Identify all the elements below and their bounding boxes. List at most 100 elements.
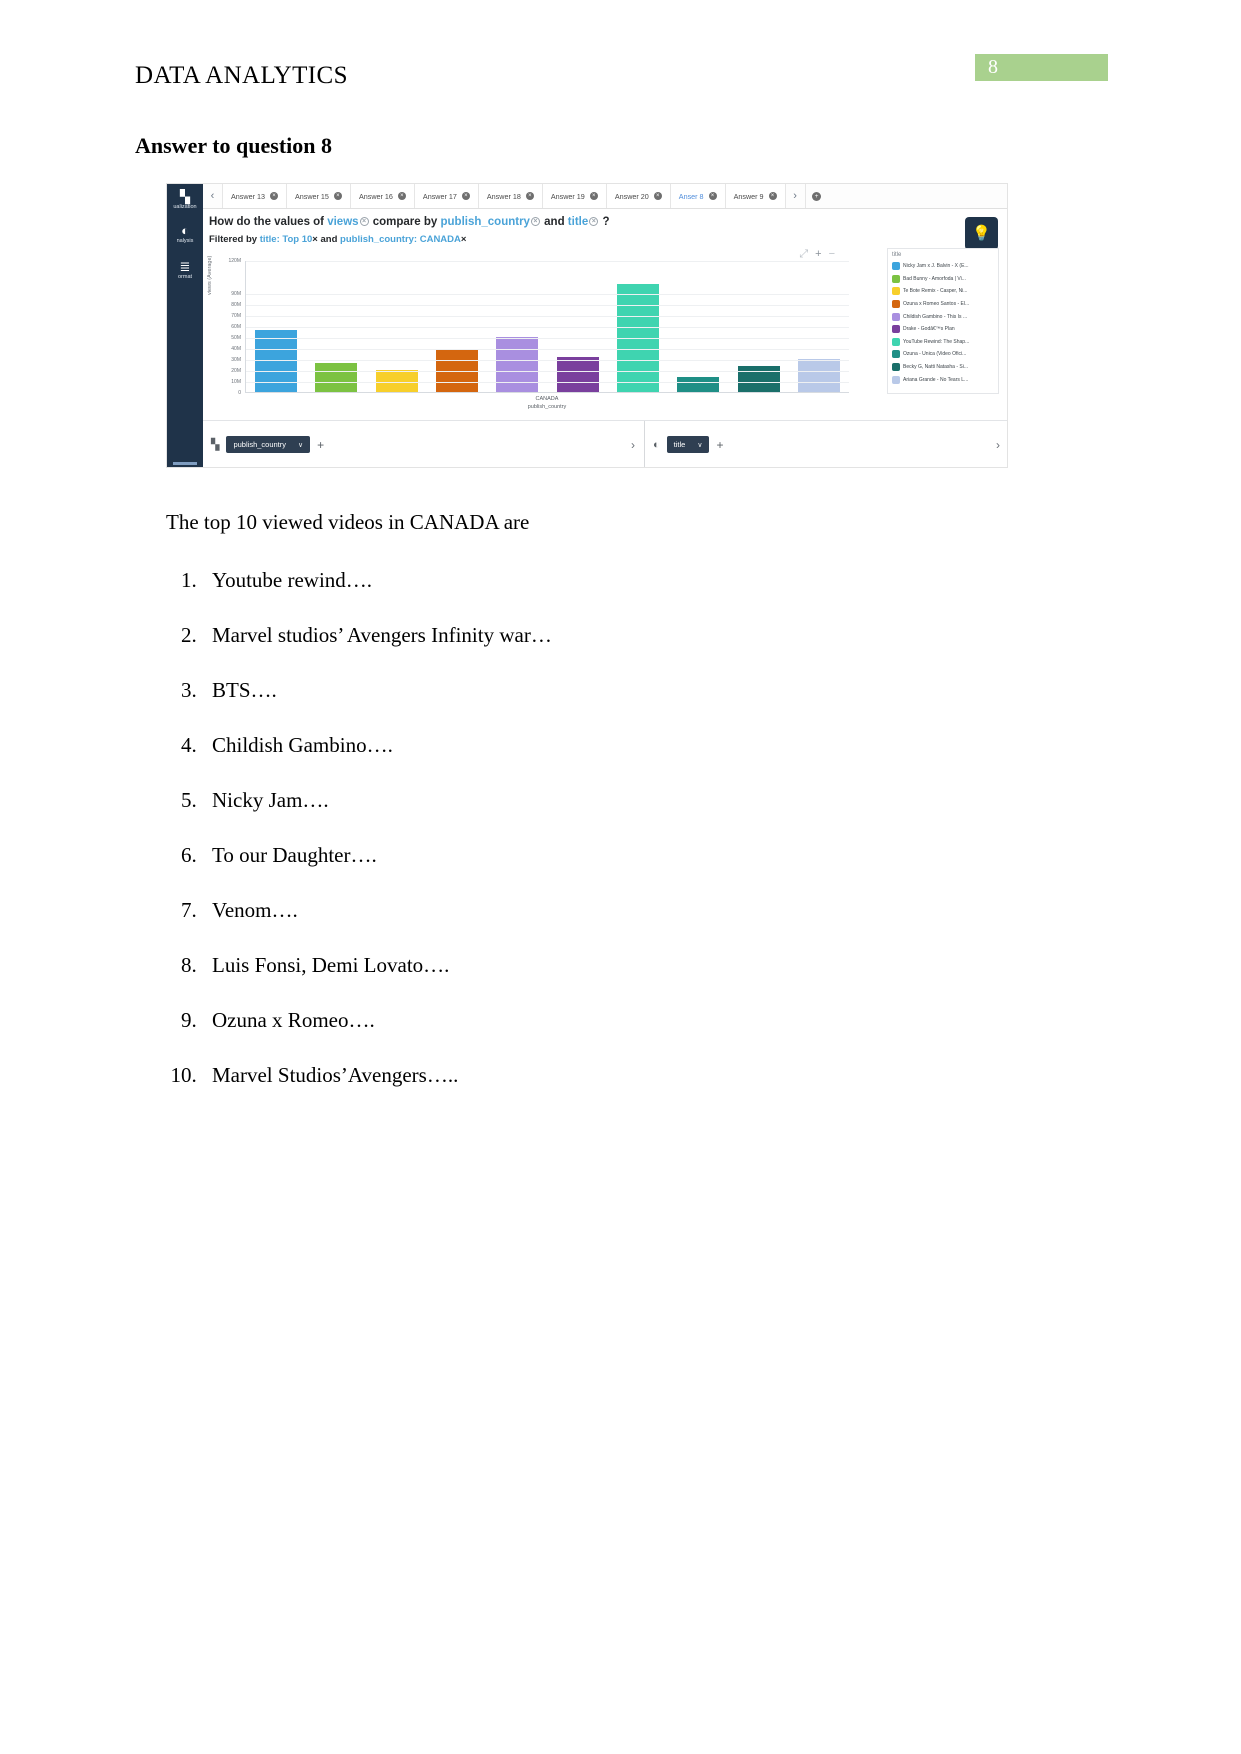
close-icon[interactable]: × [461, 192, 470, 200]
bar[interactable] [315, 363, 358, 392]
filter-text-2: and [317, 234, 341, 245]
embedded-screenshot: ▚ ualization ◐ nalysis ≣ ormat ‹ Answer … [166, 183, 1008, 468]
bar[interactable] [797, 359, 840, 392]
tab-label: Answer 19 [550, 191, 585, 201]
legend-item[interactable]: Ozuna x Romeo Santos - El... [892, 298, 994, 311]
y-tick-label: 80M [231, 302, 241, 308]
add-field-button[interactable]: + [716, 438, 723, 452]
legend-item[interactable]: Nicky Jam x J. Balvin - X (E... [892, 260, 994, 273]
tab-anser-8[interactable]: Anser 8 × [670, 184, 726, 208]
bar-chart-icon: ▚ [211, 439, 220, 451]
remove-icon[interactable]: × [461, 234, 467, 245]
plus-icon[interactable]: + [815, 248, 821, 261]
tab-answer-18[interactable]: Answer 18 × [478, 184, 543, 208]
tab-next-button[interactable]: › [786, 184, 806, 208]
query-field-views[interactable]: views [327, 216, 358, 228]
list-item: Marvel studios’ Avengers Infinity war… [202, 623, 552, 648]
shelf-pill-title[interactable]: title ∨ [666, 436, 710, 453]
legend-item[interactable]: Te Bote Remix - Casper, Ni... [892, 285, 994, 298]
tab-answer-16[interactable]: Answer 16 × [350, 184, 415, 208]
add-tab-button[interactable]: + [806, 184, 828, 208]
lightbulb-icon[interactable]: 💡 [965, 217, 998, 250]
intro-paragraph: The top 10 viewed videos in CANADA are [166, 510, 530, 534]
bar-chart-icon: ▚ [180, 189, 190, 204]
rail-item-analysis[interactable]: ◐ nalysis [167, 224, 203, 244]
tab-answer-17[interactable]: Answer 17 × [414, 184, 479, 208]
y-tick-label: 50M [231, 335, 241, 341]
legend-item[interactable]: Childish Gambino - This Is ... [892, 310, 994, 323]
chevron-down-icon[interactable]: ∨ [298, 441, 303, 449]
close-icon[interactable]: × [653, 192, 662, 200]
shelf-pill-publish-country[interactable]: publish_country ∨ [226, 436, 311, 453]
legend-label: Ozuna - Única (Video Ofici... [903, 351, 967, 358]
y-tick-label: 40M [231, 346, 241, 352]
remove-icon[interactable]: × [359, 217, 369, 227]
page-number-badge: 8 [975, 54, 1108, 81]
tab-label: Answer 9 [733, 191, 764, 201]
rail-label-format: ormat [177, 274, 193, 280]
y-tick-label: 30M [231, 357, 241, 363]
close-icon[interactable]: × [768, 192, 777, 200]
gridline [246, 382, 849, 383]
bar[interactable] [375, 370, 418, 392]
add-field-button[interactable]: + [317, 438, 324, 452]
chevron-down-icon[interactable]: ∨ [697, 441, 702, 449]
chart-toolbar: ⤢ + − [799, 248, 835, 261]
close-icon[interactable]: × [525, 192, 534, 200]
close-icon[interactable]: × [269, 192, 278, 200]
legend-item[interactable]: Becky G, Natti Natasha - Si... [892, 361, 994, 374]
chevron-right-icon[interactable]: › [631, 438, 635, 452]
x-axis-label: publish_country [527, 404, 567, 410]
tab-answer-20[interactable]: Answer 20 × [606, 184, 671, 208]
rail-active-indicator [173, 462, 197, 465]
y-tick-label: 70M [231, 313, 241, 319]
query-text-4: ? [599, 216, 610, 228]
legend-item[interactable]: Ozuna - Única (Video Ofici... [892, 348, 994, 361]
bar[interactable] [677, 376, 720, 392]
tab-answer-9[interactable]: Answer 9 × [725, 184, 786, 208]
chevron-right-icon[interactable]: › [996, 438, 1000, 452]
list-item: Youtube rewind…. [202, 568, 552, 593]
minus-icon[interactable]: − [829, 248, 835, 261]
legend-item[interactable]: Bad Bunny - Amorfoda | Vi... [892, 273, 994, 286]
chart-area: views (Average) 120M 90M 80M 70M 60M 50M 40M 30… [207, 256, 849, 411]
tab-answer-19[interactable]: Answer 19 × [542, 184, 607, 208]
close-icon[interactable]: × [589, 192, 598, 200]
gridline [246, 261, 849, 262]
filter-chip-title-top10[interactable]: title: Top 10 [260, 234, 313, 245]
tab-prev-button[interactable]: ‹ [203, 184, 223, 208]
gridline [246, 305, 849, 306]
legend-swatch [892, 262, 900, 271]
remove-icon[interactable]: × [589, 217, 599, 227]
legend-item[interactable]: Drake - Godâ€™s Plan [892, 323, 994, 336]
tab-label: Anser 8 [678, 191, 704, 201]
bar[interactable] [737, 365, 780, 392]
remove-icon[interactable]: × [530, 217, 540, 227]
rail-item-visualization[interactable]: ▚ ualization [167, 190, 203, 210]
bar[interactable] [496, 337, 539, 392]
query-field-title[interactable]: title [568, 216, 588, 228]
legend-label: Nicky Jam x J. Balvin - X (E... [903, 263, 969, 270]
close-icon[interactable]: × [397, 192, 406, 200]
y-tick-label: 0 [238, 390, 241, 396]
document-title: DATA ANALYTICS [135, 62, 348, 89]
tab-answer-15[interactable]: Answer 15 × [286, 184, 351, 208]
legend-item[interactable]: Ariana Grande - No Tears L... [892, 373, 994, 386]
filter-chip-publish-country-canada[interactable]: publish_country: CANADA [340, 234, 461, 245]
chart-legend: title Nicky Jam x J. Balvin - X (E... Bad… [887, 248, 999, 394]
filter-text-1: Filtered by [209, 234, 260, 245]
list-item: BTS…. [202, 678, 552, 703]
legend-item[interactable]: YouTube Rewind: The Shap... [892, 336, 994, 349]
tab-label: Answer 13 [231, 191, 265, 201]
tab-strip: ‹ Answer 13 × Answer 15 × Answer 16 × An… [203, 184, 1007, 209]
query-field-publish-country[interactable]: publish_country [441, 216, 530, 228]
rail-item-format[interactable]: ≣ ormat [167, 260, 203, 280]
tab-answer-13[interactable]: Answer 13 × [223, 184, 287, 208]
close-icon[interactable]: × [333, 192, 342, 200]
list-item: Marvel Studios’Avengers….. [202, 1063, 552, 1088]
left-rail: ▚ ualization ◐ nalysis ≣ ormat [167, 184, 203, 467]
expand-icon[interactable]: ⤢ [799, 248, 808, 261]
bar[interactable] [556, 356, 599, 392]
legend-label: Bad Bunny - Amorfoda | Vi... [903, 275, 966, 282]
close-icon[interactable]: × [708, 192, 717, 200]
